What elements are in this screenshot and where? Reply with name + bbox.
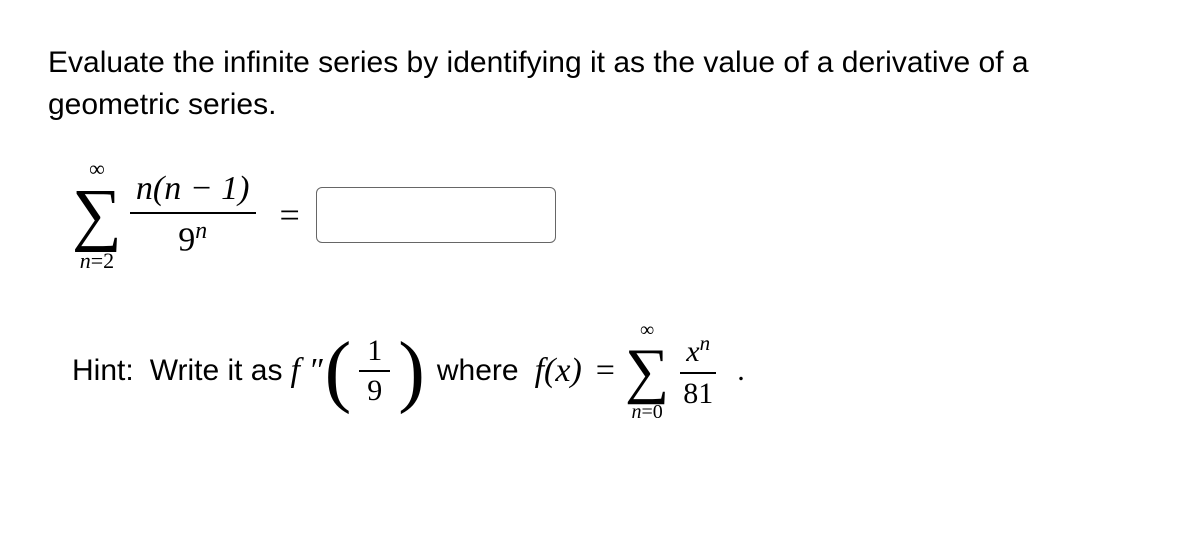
hint-label: Hint: (72, 354, 134, 388)
equals-sign-hint: = (596, 352, 615, 390)
frac-num: 1 (359, 332, 390, 372)
hint-write-text: Write it as (150, 354, 283, 388)
f-of-x: f(x) (535, 352, 582, 390)
sigma-icon: ∑ (625, 340, 669, 402)
answer-input[interactable] (316, 187, 556, 243)
hint-summation: ∞ ∑ n=0 (625, 320, 669, 422)
one-ninth-fraction: 1 9 (359, 332, 390, 410)
frac-den: 9 (359, 372, 390, 410)
hint-term-den: 81 (677, 374, 719, 411)
problem-prompt: Evaluate the infinite series by identify… (48, 42, 1152, 126)
equals-sign: = (280, 194, 300, 236)
hint-term-fraction: xn 81 (677, 331, 719, 411)
hint-sum-lower: n=0 (631, 402, 662, 422)
left-paren-icon: ( (325, 339, 352, 403)
where-text: where (437, 354, 519, 388)
summation-symbol: ∞ ∑ n=2 (72, 158, 122, 272)
right-paren-icon: ) (398, 339, 425, 403)
fraction-numerator: n(n − 1) (130, 170, 256, 214)
big-parentheses: ( 1 9 ) (325, 332, 425, 410)
sigma-icon: ∑ (72, 180, 122, 250)
f-double-prime: f ″ (291, 352, 323, 390)
series-equation: ∞ ∑ n=2 n(n − 1) 9n = (72, 158, 1152, 272)
period: . (737, 354, 745, 388)
sum-lower-limit: n=2 (80, 250, 114, 272)
fraction-denominator: 9n (172, 214, 213, 259)
hint-term-num: xn (680, 331, 716, 374)
hint-row: Hint: Write it as f ″ ( 1 9 ) where f(x)… (72, 320, 1152, 422)
series-term-fraction: n(n − 1) 9n (130, 170, 256, 259)
